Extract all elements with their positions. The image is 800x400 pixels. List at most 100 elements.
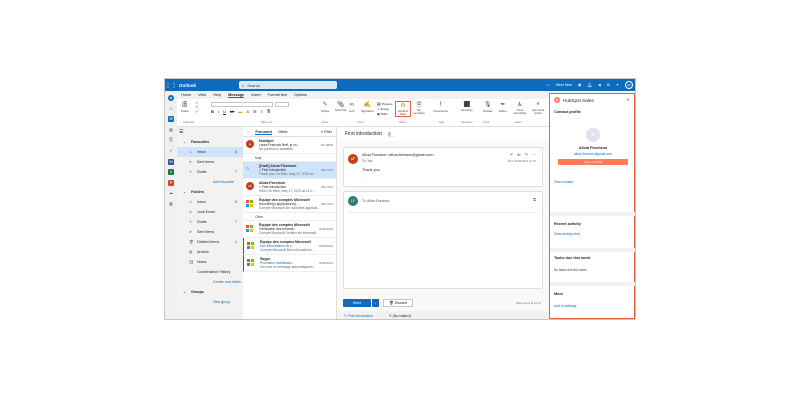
calendar-icon[interactable]: ▦	[168, 127, 174, 133]
checkbox-icon[interactable]: ○	[246, 165, 254, 173]
compose-area[interactable]: LF To: Alicia Floreison ⧉	[343, 191, 543, 289]
folder-conversation-history[interactable]: 🗀︎ Conversation History	[177, 267, 243, 277]
meet-now-button[interactable]: Meet Now	[556, 83, 572, 87]
favourites-header[interactable]: ⌄ Favourites	[177, 137, 243, 147]
account-avatar[interactable]: AF	[625, 81, 633, 89]
contact-email[interactable]: alicia.floreison@gmail.com	[550, 152, 635, 156]
paste-button[interactable]: 📋︎ Paste	[181, 101, 189, 113]
folder-junk-email[interactable]: ⊘ Junk Email	[177, 207, 243, 217]
send-options-chevron-icon[interactable]: ⌄	[371, 299, 379, 307]
more-icon[interactable]: ⋯	[532, 152, 536, 157]
sensitivity-button[interactable]: ⬛︎ Sensitivity	[461, 101, 473, 112]
tab-options[interactable]: Options	[294, 93, 307, 97]
attach-file-button[interactable]: 📎︎ Attach file	[335, 101, 346, 112]
tab-format-text[interactable]: Format text	[268, 93, 287, 97]
tab-other[interactable]: Other	[278, 129, 288, 134]
favourite-drafts[interactable]: ✎ Drafts 7	[177, 167, 243, 177]
numbering-icon[interactable]: ≡	[261, 109, 263, 114]
message-item[interactable]: ○ [Draft] Alicia Floreison > First introdu…	[243, 162, 336, 179]
more-apps-icon[interactable]: ▦	[168, 201, 174, 207]
align-icon[interactable]: ≣	[267, 109, 270, 114]
message-item[interactable]: Skype Prochaine modificatio... Ceci est un…	[243, 255, 336, 272]
teams-icon[interactable]: ▣	[578, 83, 581, 87]
lightbulb-icon[interactable]: ✦	[616, 83, 619, 87]
message-item[interactable]: Équipe des comptes Microsoft Nouvelle(s) …	[243, 196, 336, 213]
font-name-select[interactable]	[211, 102, 273, 107]
powerpoint-icon[interactable]: P	[168, 179, 174, 186]
excel-icon[interactable]: X	[168, 169, 174, 176]
mail-icon[interactable]: ✉	[168, 116, 174, 123]
compose-to-line[interactable]: To: Alicia Floreison	[362, 199, 390, 203]
folders-header[interactable]: ⌄ Folders	[177, 187, 243, 197]
font-size-select[interactable]	[275, 102, 289, 107]
dictate-button[interactable]: 🎙︎ Dictate	[483, 101, 492, 113]
view-contact-link[interactable]: View contact	[554, 180, 632, 184]
bold-icon[interactable]: B	[211, 109, 214, 114]
discard-button[interactable]: 🗑︎ Discard	[383, 299, 413, 307]
summary-icon[interactable]: ⎘ ⌄	[388, 132, 394, 137]
bell-icon[interactable]: 🔔︎	[587, 83, 592, 87]
megaphone-icon[interactable]: ◀	[598, 83, 601, 87]
show-more[interactable]: ...	[362, 175, 365, 179]
select-all-icon[interactable]: ◌	[247, 129, 249, 134]
favourite-inbox[interactable]: ▭ Inbox 6	[177, 147, 243, 157]
tab-focused[interactable]: Focused	[255, 129, 272, 135]
bullets-icon[interactable]: ☰	[253, 109, 257, 114]
word-icon[interactable]: W	[168, 158, 174, 165]
add-favourite-link[interactable]: Add favourite	[177, 177, 243, 187]
draft-tab-first-introduction[interactable]: ✎ First introduction	[341, 313, 376, 319]
filter-button[interactable]: ≡ Filter	[321, 130, 332, 134]
create-new-folder-link[interactable]: Create new folder	[177, 277, 243, 287]
folder-archive[interactable]: ▤ Archive	[177, 247, 243, 257]
todo-icon[interactable]: ✔	[168, 148, 174, 154]
underline-icon[interactable]: U	[223, 109, 226, 114]
auto-format-button[interactable]: ⚡︎ Auto format options	[531, 101, 545, 115]
tab-view[interactable]: View	[198, 93, 206, 97]
folder-inbox[interactable]: ▭ Inbox 6	[177, 197, 243, 207]
people-icon[interactable]: ☺	[168, 106, 174, 112]
message-item[interactable]: Équipe des comptes Microsoft Vérification…	[243, 221, 336, 238]
folder-sent-items[interactable]: ➤ Sent Items	[177, 227, 243, 237]
importance-button[interactable]: ! Importance	[433, 101, 448, 113]
editor-button[interactable]: ✒ Editor	[499, 101, 507, 113]
tab-insert[interactable]: Insert	[251, 93, 261, 97]
folder-drafts[interactable]: ✎ Drafts 7	[177, 217, 243, 227]
add-in-settings-link[interactable]: Add-in settings	[554, 304, 632, 308]
collapse-pane-button[interactable]: ☰	[177, 127, 243, 137]
forward-icon[interactable]: ↷	[525, 152, 528, 157]
files-icon[interactable]: ⎘	[168, 137, 174, 143]
message-item[interactable]: Équipe des comptes Microsoft Des informat…	[243, 238, 336, 255]
hubspot-sales-button[interactable]: ⚙ HubSpot Sales	[395, 101, 411, 117]
pop-out-icon[interactable]: ⧉	[533, 197, 536, 202]
link-button[interactable]: ∞ Link	[349, 101, 355, 113]
my-templates-button[interactable]: 🗎︎ My templates	[413, 101, 425, 115]
folder-notes[interactable]: 🗒︎ Notes	[177, 257, 243, 267]
view-activity-feed-link[interactable]: View activity feed	[554, 232, 632, 236]
reply-icon[interactable]: ↶	[510, 152, 513, 157]
tab-help[interactable]: Help	[213, 93, 221, 97]
italic-icon[interactable]: I	[218, 109, 219, 114]
onedrive-icon[interactable]: ☁	[168, 190, 174, 196]
strikethrough-icon[interactable]: ab	[230, 109, 234, 114]
folder-deleted-items[interactable]: 🗑︎ Deleted Items 1	[177, 237, 243, 247]
close-icon[interactable]: ✕	[627, 97, 630, 102]
profile-icon[interactable]: ●	[168, 95, 174, 101]
new-group-link[interactable]: New group	[177, 297, 243, 307]
reply-all-icon[interactable]: ⇇	[517, 152, 520, 157]
highlight-icon[interactable]: ▬	[238, 109, 242, 114]
draft-tab-no-subject[interactable]: ✎ (No subject)	[386, 313, 414, 319]
message-item[interactable]: H HubSpot Laura Francois Neff, je vo... No …	[243, 137, 336, 154]
format-painter-icon[interactable]: 🖌︎	[195, 109, 199, 113]
send-button[interactable]: Send	[343, 299, 371, 307]
check-accessibility-button[interactable]: ♿︎ Check accessibility	[513, 101, 527, 115]
signature-button[interactable]: ✍ Signature	[361, 101, 374, 113]
styles-button[interactable]: ✎ Styles	[321, 101, 329, 113]
tab-message[interactable]: Message	[228, 93, 245, 98]
search-box[interactable]: ⌕ Search	[239, 81, 337, 89]
open-in-crm-button[interactable]: Open in CRM	[558, 159, 628, 165]
meet-now-icon[interactable]: ▭	[546, 83, 549, 87]
tab-home[interactable]: Home	[181, 93, 191, 97]
groups-header[interactable]: ⌄ Groups	[177, 287, 243, 297]
message-item[interactable]: AF Alicia Floreison > First introduction He…	[243, 179, 336, 196]
app-launcher-icon[interactable]: ⋮⋮	[165, 82, 177, 89]
